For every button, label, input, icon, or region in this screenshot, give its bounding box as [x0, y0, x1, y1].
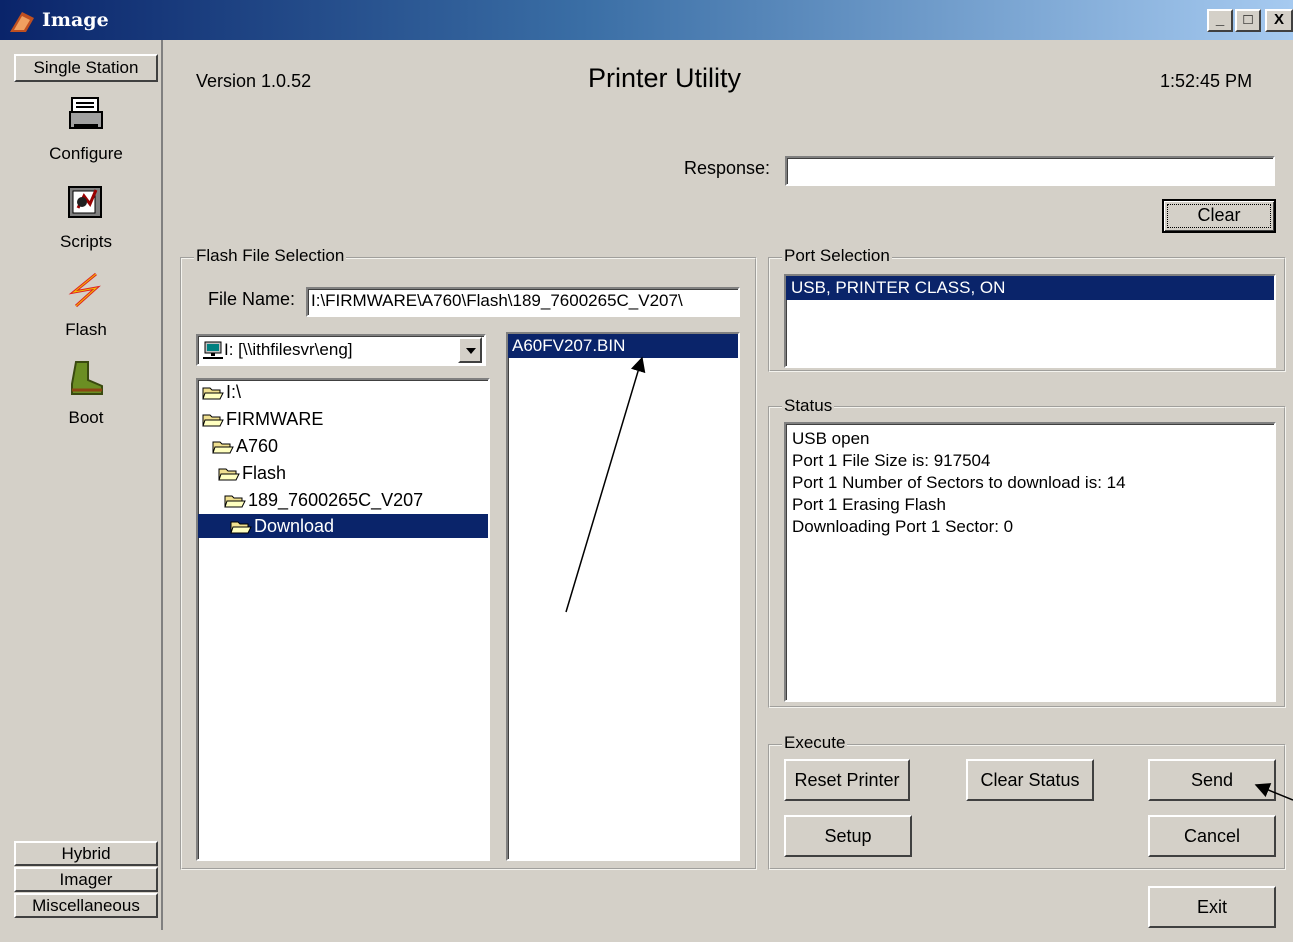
tree-item-label: 189_7600265C_V207 — [248, 490, 424, 510]
status-log[interactable]: USB open Port 1 File Size is: 917504 Por… — [784, 422, 1276, 702]
cancel-button[interactable]: Cancel — [1148, 815, 1276, 857]
open-folder-icon — [202, 387, 224, 400]
tab-imager[interactable]: Imager — [14, 867, 158, 892]
exit-button[interactable]: Exit — [1148, 886, 1276, 928]
tree-item[interactable]: A760 — [212, 434, 278, 458]
file-name-label: File Name: — [208, 289, 296, 309]
tab-hybrid[interactable]: Hybrid — [14, 841, 158, 866]
status-line: Port 1 Number of Sectors to download is:… — [792, 473, 1126, 492]
clear-status-button[interactable]: Clear Status — [966, 759, 1094, 801]
close-button[interactable]: X — [1265, 9, 1293, 32]
open-folder-icon — [230, 521, 252, 534]
tree-item[interactable]: I:\ — [202, 380, 241, 404]
file-name-field[interactable]: I:\FIRMWARE\A760\Flash\189_7600265C_V207… — [306, 287, 740, 317]
execute-group-label: Execute — [782, 733, 848, 753]
flash-group-label: Flash File Selection — [194, 246, 347, 266]
file-list[interactable]: A60FV207.BIN — [506, 332, 740, 861]
reset-printer-button[interactable]: Reset Printer — [784, 759, 910, 801]
minimize-icon: _ — [1215, 11, 1225, 28]
tree-item-label: Download — [254, 516, 335, 536]
maximize-icon: □ — [1243, 11, 1253, 28]
response-field[interactable] — [785, 156, 1275, 186]
directory-tree[interactable]: I:\ FIRMWARE A760 Flash 189_7600265C_V20… — [196, 378, 490, 861]
app-icon — [10, 12, 34, 32]
setup-button[interactable]: Setup — [784, 815, 912, 857]
status-line: Port 1 File Size is: 917504 — [792, 451, 991, 470]
port-list[interactable]: USB, PRINTER CLASS, ON — [784, 274, 1276, 368]
close-icon: X — [1273, 11, 1284, 28]
page-title: Printer Utility — [588, 63, 742, 93]
window-title: Image — [42, 9, 109, 31]
tree-item[interactable]: 189_7600265C_V207 — [224, 488, 423, 512]
sidebar-item-configure[interactable]: Configure — [26, 94, 146, 178]
tree-item-label: Flash — [242, 463, 287, 483]
sidebar-item-scripts[interactable]: Scripts — [26, 182, 146, 266]
status-line: Port 1 Erasing Flash — [792, 495, 947, 514]
dropdown-button[interactable] — [458, 337, 482, 363]
version-label: Version 1.0.52 — [196, 71, 312, 91]
tree-item[interactable]: Flash — [218, 461, 286, 485]
list-item[interactable]: A60FV207.BIN — [508, 334, 738, 358]
sidebar-item-label: Flash — [65, 320, 107, 339]
sidebar: Single Station Configure Scripts Flash B… — [8, 40, 163, 930]
clock: 1:52:45 PM — [1160, 71, 1253, 91]
lightning-icon — [68, 272, 104, 308]
tree-item-label: I:\ — [226, 382, 242, 402]
tree-item-label: FIRMWARE — [226, 409, 324, 429]
clear-button[interactable]: Clear — [1162, 199, 1276, 233]
open-folder-icon — [212, 441, 234, 454]
boot-icon — [71, 361, 103, 395]
tab-miscellaneous[interactable]: Miscellaneous — [14, 893, 158, 918]
sidebar-item-flash[interactable]: Flash — [26, 270, 146, 354]
minimize-button[interactable]: _ — [1207, 9, 1233, 32]
sidebar-item-label: Configure — [49, 144, 123, 163]
open-folder-icon — [218, 468, 240, 481]
sidebar-item-boot[interactable]: Boot — [26, 358, 146, 442]
sidebar-item-label: Boot — [68, 408, 104, 427]
list-item[interactable]: USB, PRINTER CLASS, ON — [786, 276, 1274, 300]
port-group-label: Port Selection — [782, 246, 892, 266]
send-button[interactable]: Send — [1148, 759, 1276, 801]
maximize-button[interactable]: □ — [1235, 9, 1261, 32]
drive-select-value: I: [\\ithfilesvr\eng] — [224, 340, 353, 359]
status-line: USB open — [792, 429, 870, 448]
open-folder-icon — [224, 495, 246, 508]
tree-item[interactable]: FIRMWARE — [202, 407, 323, 431]
sidebar-item-label: Scripts — [60, 232, 112, 251]
status-line: Downloading Port 1 Sector: 0 — [792, 517, 1014, 536]
tree-item-selected[interactable]: Download — [198, 514, 488, 538]
status-group-label: Status — [782, 396, 835, 416]
title-bar: Image _ □ X — [0, 0, 1293, 40]
tree-item-label: A760 — [236, 436, 279, 456]
printer-icon — [69, 97, 103, 129]
network-drive-icon — [203, 341, 223, 359]
response-label: Response: — [684, 158, 771, 178]
drive-select[interactable]: I: [\\ithfilesvr\eng] — [196, 334, 486, 366]
tab-single-station[interactable]: Single Station — [14, 54, 158, 82]
open-folder-icon — [202, 414, 224, 427]
scripts-icon — [68, 186, 102, 218]
chevron-down-icon — [466, 348, 476, 354]
